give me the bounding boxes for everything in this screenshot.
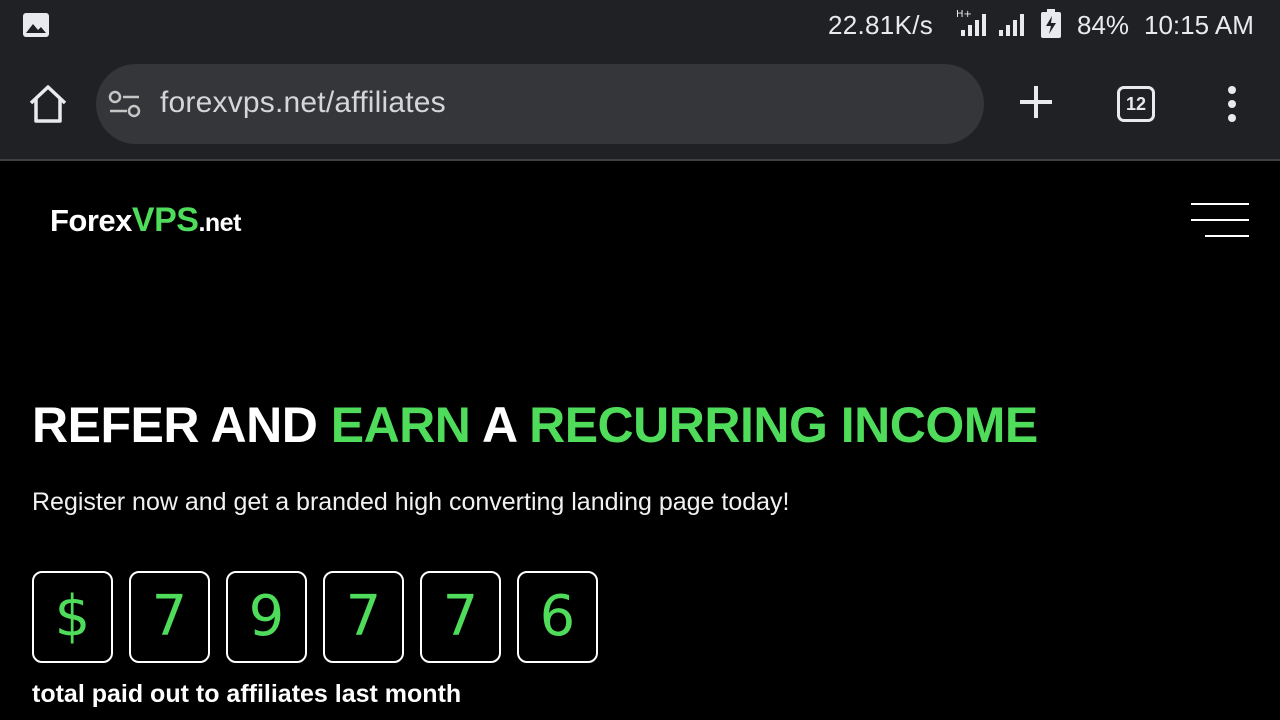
battery-percent: 84% xyxy=(1077,10,1130,40)
plus-icon[interactable] xyxy=(1014,80,1058,124)
address-bar[interactable]: forexvps.net/affiliates xyxy=(96,64,984,144)
url-text[interactable]: forexvps.net/affiliates xyxy=(160,86,446,120)
hero-title-part2: EARN xyxy=(330,397,471,453)
site-logo[interactable]: ForexVPS.net xyxy=(50,201,241,240)
hamburger-icon[interactable] xyxy=(1190,201,1250,241)
gallery-icon xyxy=(23,13,49,37)
site-header: ForexVPS.net xyxy=(0,163,1280,273)
network-type: H+ xyxy=(956,9,972,20)
counter-digit: $ xyxy=(32,571,113,663)
hero-title: REFER AND EARN A RECURRING INCOME xyxy=(32,396,1038,454)
home-icon[interactable] xyxy=(26,82,70,126)
hero-title-part3: A xyxy=(470,397,530,453)
logo-net: .net xyxy=(198,209,241,237)
hero-title-part4: RECURRING INCOME xyxy=(529,397,1038,453)
counter-digit: 7 xyxy=(129,571,210,663)
logo-forex: Forex xyxy=(50,203,132,238)
hero-title-part1: REFER AND xyxy=(32,397,331,453)
site-settings-icon[interactable] xyxy=(108,89,142,119)
battery-charging-icon xyxy=(1041,9,1061,38)
counter-digit: 7 xyxy=(323,571,404,663)
counter-digit: 9 xyxy=(226,571,307,663)
signal-icon: H+ xyxy=(956,9,1024,36)
payout-counter: $ 7 9 7 7 6 xyxy=(32,571,598,663)
browser-toolbar: forexvps.net/affiliates 12 xyxy=(0,50,1280,161)
network-speed: 22.81K/s xyxy=(828,10,934,40)
clock: 10:15 AM xyxy=(1144,10,1254,40)
counter-digit: 7 xyxy=(420,571,501,663)
tabs-icon[interactable]: 12 xyxy=(1117,86,1155,122)
status-bar: 22.81K/s H+ 84% 10:15 AM xyxy=(0,0,1280,50)
hero-subtitle: Register now and get a branded high conv… xyxy=(32,488,790,516)
logo-vps: VPS xyxy=(131,201,199,239)
more-vert-icon[interactable] xyxy=(1218,82,1246,126)
counter-label: total paid out to affiliates last month xyxy=(32,680,462,708)
counter-digit: 6 xyxy=(517,571,598,663)
